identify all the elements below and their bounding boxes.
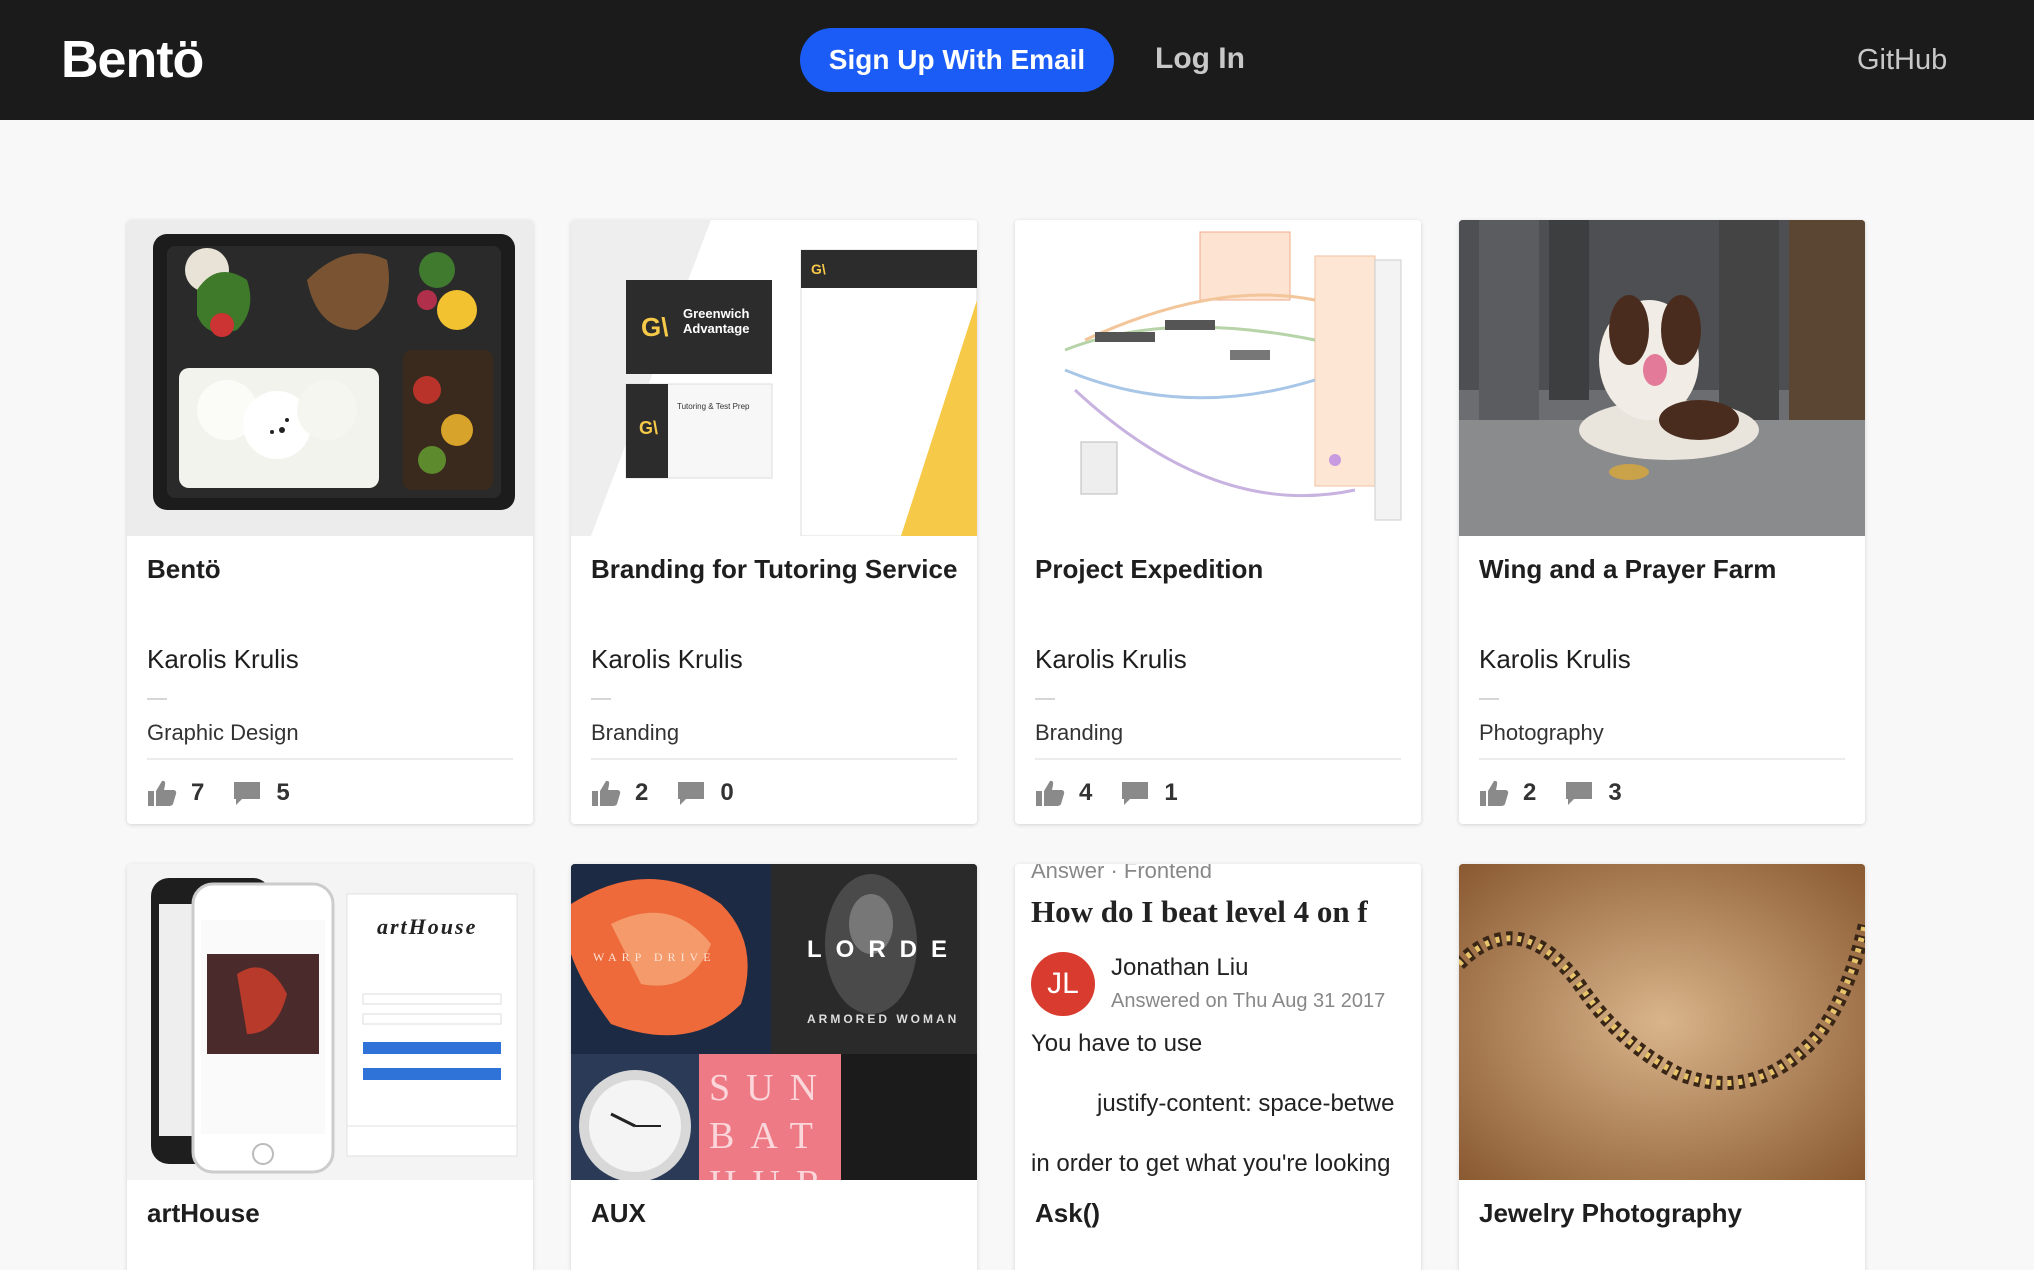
project-title[interactable]: artHouse — [147, 1198, 260, 1229]
project-card-arthouse[interactable]: artHouse artHouse — [127, 864, 533, 1270]
ask-answer-line: You have to use — [1031, 1030, 1203, 1057]
comment-count: 5 — [276, 779, 290, 806]
ask-answer-line: in order to get what you're looking — [1031, 1150, 1391, 1177]
divider — [147, 758, 513, 760]
thumbs-up-icon[interactable] — [147, 779, 177, 807]
project-card-project-expedition[interactable]: Project Expedition Karolis Krulis Brandi… — [1015, 220, 1421, 824]
project-stats: 2 0 — [591, 776, 762, 810]
comment-count: 1 — [1164, 779, 1178, 806]
project-author[interactable]: Karolis Krulis — [147, 644, 299, 675]
like-count: 2 — [635, 779, 649, 806]
project-card-wing-prayer-farm[interactable]: Wing and a Prayer Farm Karolis Krulis Ph… — [1459, 220, 1865, 824]
like-count: 2 — [1523, 779, 1537, 806]
project-category: Graphic Design — [147, 720, 299, 745]
divider — [1479, 758, 1845, 760]
site-logo[interactable]: Bentö — [61, 30, 204, 90]
project-author[interactable]: Karolis Krulis — [1479, 644, 1631, 675]
project-stats: 7 5 — [147, 776, 318, 810]
divider — [1035, 758, 1401, 760]
comment-count: 3 — [1608, 779, 1622, 806]
ask-user-name: Jonathan Liu — [1111, 954, 1249, 981]
project-author[interactable]: Karolis Krulis — [1035, 644, 1187, 675]
ask-question-text: How do I beat level 4 on f — [1031, 894, 1368, 929]
aux-album-text: ARMORED WOMAN — [807, 1012, 960, 1026]
signup-email-button[interactable]: Sign Up With Email — [800, 28, 1114, 92]
project-title[interactable]: Bentö — [147, 554, 221, 585]
ask-answer-label: Answer · Frontend — [1031, 864, 1212, 883]
project-thumbnail[interactable] — [127, 220, 533, 536]
project-thumbnail[interactable]: LORDE ARMORED WOMAN WARP DRIVE SUN BAT H… — [571, 864, 977, 1180]
ask-answer-date: Answered on Thu Aug 31 2017 — [1111, 990, 1386, 1012]
avatar: JL — [1031, 952, 1095, 1016]
divider — [591, 698, 611, 700]
project-category: Branding — [1035, 720, 1124, 745]
svg-text:G\: G\ — [639, 418, 658, 438]
project-title[interactable]: Branding for Tutoring Service — [591, 554, 957, 585]
thumbs-up-icon[interactable] — [1479, 779, 1509, 807]
aux-sun-text: SUN BAT HUR — [709, 1067, 834, 1180]
project-thumbnail[interactable] — [1459, 220, 1865, 536]
project-title[interactable]: Project Expedition — [1035, 554, 1263, 585]
project-thumbnail[interactable]: Answer · Frontend How do I beat level 4 … — [1015, 864, 1421, 1180]
comment-icon[interactable] — [1564, 779, 1594, 807]
github-link[interactable]: GitHub — [1857, 44, 1947, 77]
comment-icon[interactable] — [1120, 779, 1150, 807]
thumbs-up-icon[interactable] — [1035, 779, 1065, 807]
project-thumbnail[interactable] — [1459, 864, 1865, 1180]
svg-text:G\: G\ — [641, 312, 668, 342]
project-stats: 4 1 — [1035, 776, 1206, 810]
project-title[interactable]: Ask() — [1035, 1198, 1100, 1229]
divider — [591, 758, 957, 760]
divider — [1035, 698, 1055, 700]
comment-icon[interactable] — [232, 779, 262, 807]
thumbs-up-icon[interactable] — [591, 779, 621, 807]
project-category: Photography — [1479, 720, 1604, 745]
login-link[interactable]: Log In — [1155, 42, 1245, 76]
like-count: 4 — [1079, 779, 1093, 806]
comment-icon[interactable] — [676, 779, 706, 807]
divider — [1479, 698, 1499, 700]
comment-count: 0 — [720, 779, 734, 806]
project-stats: 2 3 — [1479, 776, 1650, 810]
aux-artist-text: LORDE — [807, 936, 961, 963]
project-author[interactable]: Karolis Krulis — [591, 644, 743, 675]
brand-tagline-text: Tutoring & Test Prep — [677, 402, 750, 411]
ask-answer-line: justify-content: space-betwe — [1097, 1090, 1395, 1117]
project-title[interactable]: Jewelry Photography — [1479, 1198, 1742, 1229]
project-thumbnail[interactable]: G\ G\ G\ Greenwich Advantage Tutoring & … — [571, 220, 977, 536]
svg-text:G\: G\ — [811, 261, 826, 277]
like-count: 7 — [191, 779, 205, 806]
brand-name-text: Greenwich Advantage — [683, 306, 750, 336]
project-card-aux[interactable]: LORDE ARMORED WOMAN WARP DRIVE SUN BAT H… — [571, 864, 977, 1270]
project-card-bento[interactable]: Bentö Karolis Krulis Graphic Design 7 5 — [127, 220, 533, 824]
arthouse-logo-text: artHouse — [377, 914, 478, 939]
project-title[interactable]: Wing and a Prayer Farm — [1479, 554, 1776, 585]
divider — [147, 698, 167, 700]
project-card-ask[interactable]: Answer · Frontend How do I beat level 4 … — [1015, 864, 1421, 1270]
project-category: Branding — [591, 720, 680, 745]
project-card-branding-tutoring[interactable]: G\ G\ G\ Greenwich Advantage Tutoring & … — [571, 220, 977, 824]
project-thumbnail[interactable]: artHouse — [127, 864, 533, 1180]
project-title[interactable]: AUX — [591, 1198, 646, 1229]
project-thumbnail[interactable] — [1015, 220, 1421, 536]
top-navbar: Bentö Sign Up With Email Log In GitHub — [0, 0, 2034, 120]
project-card-jewelry-photography[interactable]: Jewelry Photography — [1459, 864, 1865, 1270]
aux-warp-text: WARP DRIVE — [593, 950, 716, 964]
